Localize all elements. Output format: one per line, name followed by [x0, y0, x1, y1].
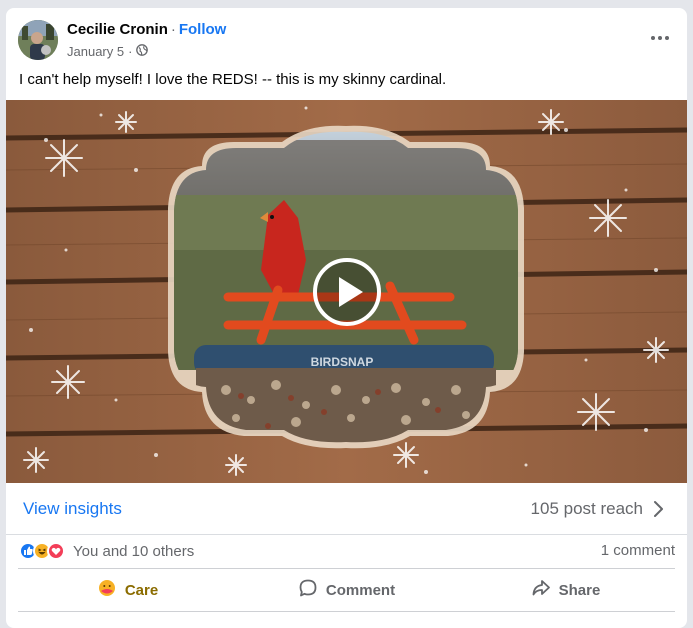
- reactions-count[interactable]: You and 10 others: [73, 543, 194, 560]
- post-text: I can't help myself! I love the REDS! --…: [19, 71, 447, 88]
- post-date[interactable]: January 5: [67, 44, 124, 59]
- more-options-icon[interactable]: [645, 26, 675, 50]
- date-separator: ·: [128, 44, 133, 59]
- globe-icon: [136, 44, 149, 59]
- insights-bar[interactable]: View insights 105 post reach: [6, 483, 687, 535]
- author-name[interactable]: Cecilie Cronin: [67, 21, 168, 38]
- comment-icon: [298, 578, 318, 602]
- video-thumbnail[interactable]: BIRDSNAP: [6, 100, 687, 483]
- post-header: Cecilie Cronin · Follow January 5 ·: [6, 8, 687, 68]
- chevron-right-icon[interactable]: [649, 499, 667, 519]
- care-icon: [97, 578, 117, 602]
- care-label: Care: [124, 581, 159, 599]
- post-card: Cecilie Cronin · Follow January 5 · I can'…: [6, 8, 687, 628]
- post-reach: 105 post reach: [530, 499, 643, 518]
- reactions-summary[interactable]: You and 10 others: [19, 541, 194, 561]
- share-button[interactable]: Share: [456, 569, 675, 611]
- feeder-brand-text: BIRDSNAP: [311, 355, 374, 369]
- post-meta: January 5 ·: [67, 44, 149, 59]
- action-bar: Care Comment Share: [18, 568, 675, 612]
- play-icon[interactable]: [312, 257, 382, 327]
- avatar[interactable]: [18, 20, 58, 60]
- author-line: Cecilie Cronin · Follow: [67, 21, 226, 38]
- comment-label: Comment: [325, 581, 396, 599]
- comment-button[interactable]: Comment: [237, 569, 456, 611]
- separator: ·: [170, 21, 176, 38]
- care-button[interactable]: Care: [18, 569, 237, 611]
- share-label: Share: [558, 581, 601, 599]
- comments-count[interactable]: 1 comment: [601, 542, 675, 559]
- love-icon: [47, 542, 65, 560]
- follow-button[interactable]: Follow: [179, 21, 227, 38]
- share-icon: [531, 578, 551, 602]
- view-insights-link[interactable]: View insights: [23, 499, 122, 519]
